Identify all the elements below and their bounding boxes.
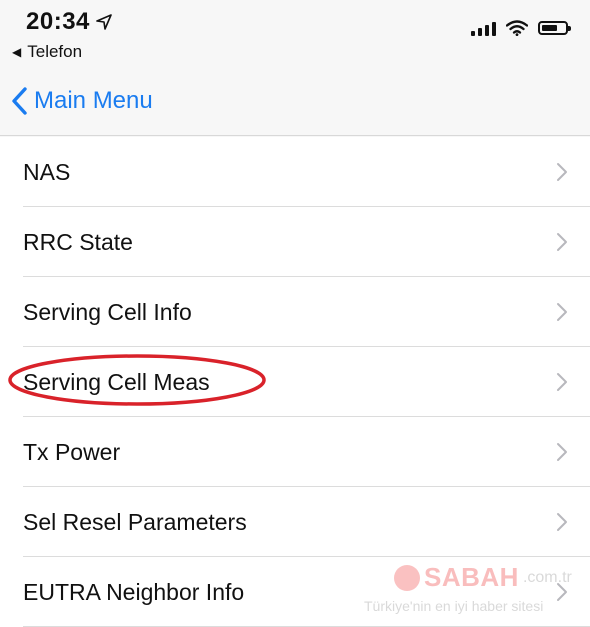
menu-item-tx-power[interactable]: Tx Power — [0, 417, 590, 487]
chevron-right-icon — [557, 233, 567, 251]
menu-item-label: NAS — [23, 158, 71, 185]
chevron-right-icon — [557, 583, 567, 601]
chevron-right-icon — [557, 163, 567, 181]
chevron-right-icon — [557, 513, 567, 531]
menu-item-nas[interactable]: NAS — [0, 137, 590, 207]
time-text: 20:34 — [26, 8, 90, 35]
battery-icon — [538, 21, 571, 35]
chevron-right-icon — [557, 303, 567, 321]
signal-icon — [471, 20, 496, 36]
menu-list: NAS RRC State Serving Cell Info Serving … — [0, 137, 590, 627]
menu-item-rrc-state[interactable]: RRC State — [0, 207, 590, 277]
status-time: 20:34 — [26, 8, 112, 36]
menu-item-label: Tx Power — [23, 438, 121, 465]
menu-item-sel-resel-parameters[interactable]: Sel Resel Parameters — [0, 487, 590, 557]
menu-item-label: Serving Cell Info — [23, 298, 192, 325]
back-app-label: Telefon — [27, 42, 83, 61]
chevron-right-icon — [557, 373, 567, 391]
status-bar: 20:34 ◀ Telefon — [0, 0, 590, 68]
location-arrow-icon — [96, 14, 112, 30]
menu-item-label: Sel Resel Parameters — [23, 508, 247, 535]
battery-fill — [542, 25, 557, 31]
chevron-right-icon — [557, 443, 567, 461]
menu-item-eutra-neighbor-info[interactable]: EUTRA Neighbor Info — [0, 557, 590, 627]
menu-item-label: Serving Cell Meas — [23, 368, 210, 395]
chevron-left-icon — [12, 87, 27, 115]
menu-item-serving-cell-info[interactable]: Serving Cell Info — [0, 277, 590, 347]
back-button-label: Main Menu — [34, 87, 153, 114]
back-to-app[interactable]: ◀ Telefon — [12, 42, 82, 62]
main-menu-back-button[interactable]: Main Menu — [10, 86, 153, 116]
wifi-icon — [506, 20, 528, 36]
menu-item-label: RRC State — [23, 228, 133, 255]
navigation-bar: Main Menu — [0, 68, 590, 136]
menu-item-serving-cell-meas[interactable]: Serving Cell Meas — [0, 347, 590, 417]
menu-item-label: EUTRA Neighbor Info — [23, 578, 245, 605]
back-triangle-icon: ◀ — [12, 45, 22, 59]
status-icons — [471, 20, 571, 36]
